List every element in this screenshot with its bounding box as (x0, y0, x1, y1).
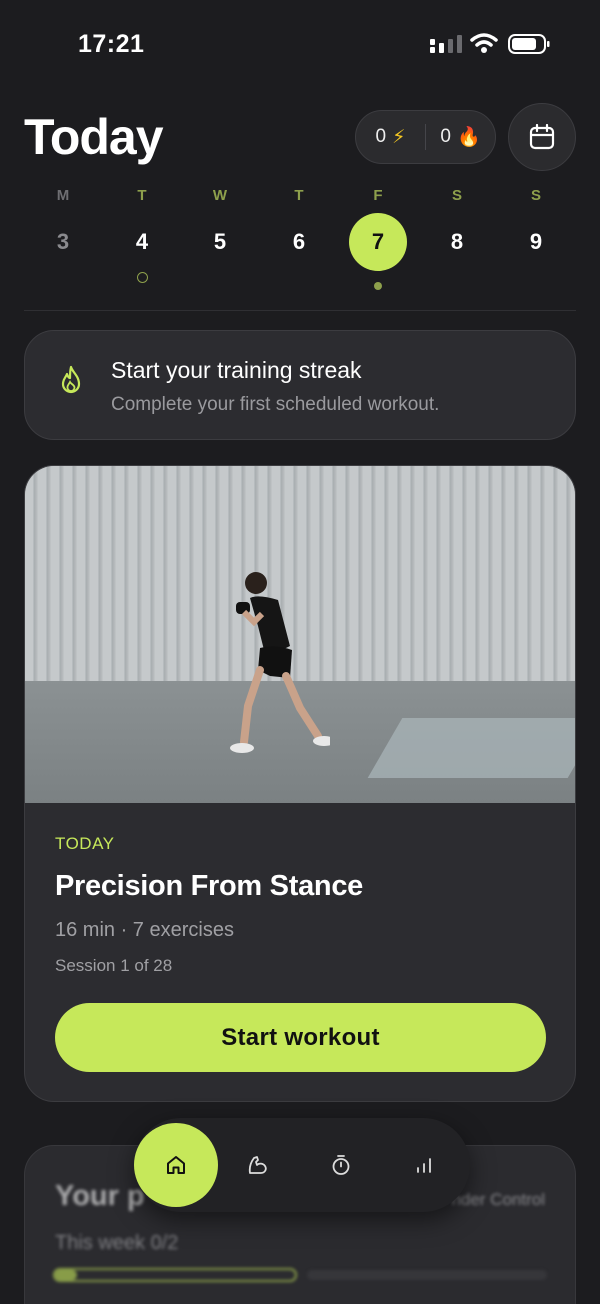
stats-pill[interactable]: 0 ⚡ 0 🔥 (355, 110, 496, 164)
tab-stats[interactable] (384, 1118, 464, 1212)
workout-meta: 16 min · 7 exercises (55, 919, 234, 941)
day-number: 6 (292, 229, 306, 254)
battery-icon (508, 34, 550, 54)
workout-session: Session 1 of 28 (55, 956, 173, 975)
day-number: 7 (349, 213, 407, 271)
week-strip: M 3 T 4 W 5 T 6 F 7 S 8 S 9 (0, 184, 600, 304)
streak-subtitle: Complete your first scheduled workout. (111, 394, 440, 415)
calendar-button[interactable] (508, 103, 576, 171)
day-letter: F (373, 187, 383, 204)
page-title: Today (24, 109, 164, 165)
tab-home[interactable] (134, 1123, 218, 1207)
day-monday[interactable]: M 3 (33, 184, 93, 260)
workout-day-tag: TODAY (55, 834, 115, 853)
day-letter: S (530, 187, 541, 204)
plan-week-progress: This week 0/2 (55, 1232, 179, 1254)
tab-timer[interactable] (301, 1118, 381, 1212)
day-number: 4 (135, 229, 149, 254)
day-friday-selected[interactable]: F 7 (348, 184, 408, 290)
day-number: 5 (213, 229, 227, 254)
today-dot (374, 282, 382, 290)
status-bar: 17:21 (0, 0, 600, 90)
status-time: 17:21 (78, 30, 145, 58)
day-letter: T (294, 187, 304, 204)
day-sunday[interactable]: S 9 (506, 184, 566, 260)
energy-stat: 0 ⚡ (356, 126, 425, 149)
day-letter: W (212, 187, 228, 204)
day-number: 9 (529, 229, 543, 254)
calendar-icon (529, 124, 555, 150)
plan-title: Your p (55, 1180, 145, 1212)
workout-card[interactable]: TODAY Precision From Stance 16 min · 7 e… (24, 465, 576, 1102)
divider (24, 310, 576, 311)
day-saturday[interactable]: S 8 (427, 184, 487, 260)
stats-icon (417, 1158, 431, 1173)
week-progress-bar-2 (307, 1270, 547, 1280)
workout-hero-image (25, 466, 575, 803)
streak-title: Start your training streak (111, 357, 362, 383)
wifi-icon (470, 33, 498, 53)
tab-bar (134, 1118, 470, 1212)
workout-info: TODAY Precision From Stance 16 min · 7 e… (55, 834, 545, 976)
cellular-signal-icon (430, 35, 462, 53)
streak-count: 0 (440, 126, 451, 147)
lightning-icon: ⚡ (392, 126, 406, 148)
day-number: 8 (450, 229, 464, 254)
muscle-icon (248, 1156, 267, 1174)
home-icon (167, 1156, 185, 1174)
plan-name: nder Control (451, 1190, 545, 1209)
day-letter: S (451, 187, 462, 204)
flame-icon (61, 365, 81, 394)
tab-workouts[interactable] (218, 1118, 298, 1212)
boxer-figure (230, 572, 330, 753)
week-progress-bar-1 (53, 1268, 297, 1282)
streak-card[interactable]: Start your training streak Complete your… (24, 330, 576, 440)
scheduled-workout-ring (136, 272, 148, 283)
start-workout-button[interactable]: Start workout (55, 1003, 546, 1072)
day-letter: T (137, 187, 147, 204)
streak-stat: 0 🔥 (426, 125, 495, 149)
day-number: 3 (56, 229, 70, 254)
day-tuesday[interactable]: T 4 (112, 184, 172, 283)
workout-title: Precision From Stance (55, 870, 363, 902)
energy-count: 0 (375, 126, 387, 147)
day-thursday[interactable]: T 6 (269, 184, 329, 260)
timer-icon (332, 1155, 350, 1175)
fire-icon: 🔥 (456, 127, 481, 148)
day-wednesday[interactable]: W 5 (190, 184, 250, 260)
day-letter: M (56, 187, 70, 204)
